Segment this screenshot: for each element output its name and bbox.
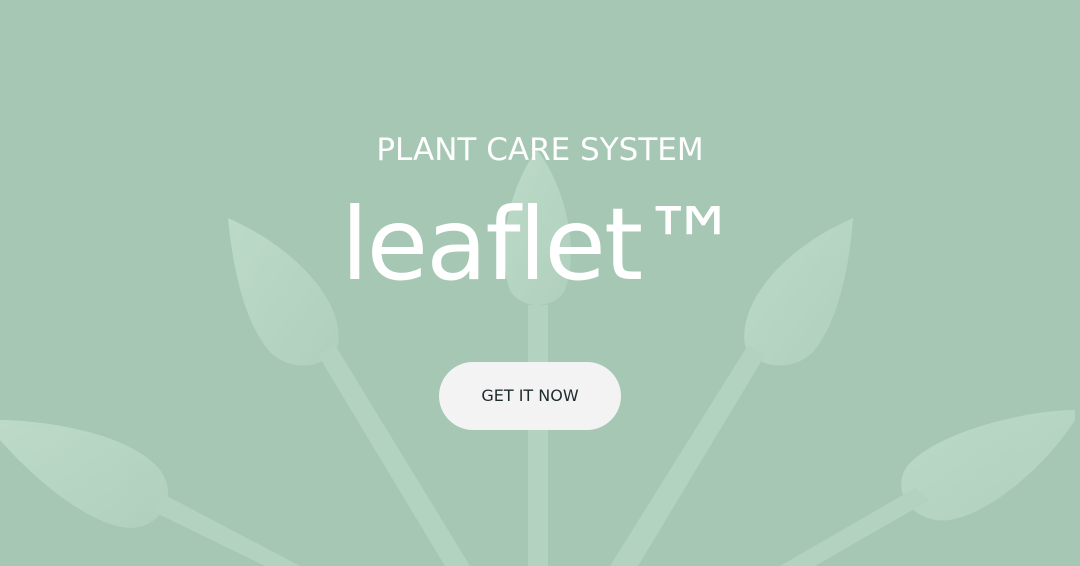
brand-name: leaflet™	[340, 186, 741, 303]
get-it-now-button[interactable]: GET IT NOW	[439, 362, 621, 430]
hero-section: PLANT CARE SYSTEM leaflet™ GET IT NOW	[0, 0, 1080, 566]
hero-subtitle: PLANT CARE SYSTEM	[376, 132, 704, 168]
